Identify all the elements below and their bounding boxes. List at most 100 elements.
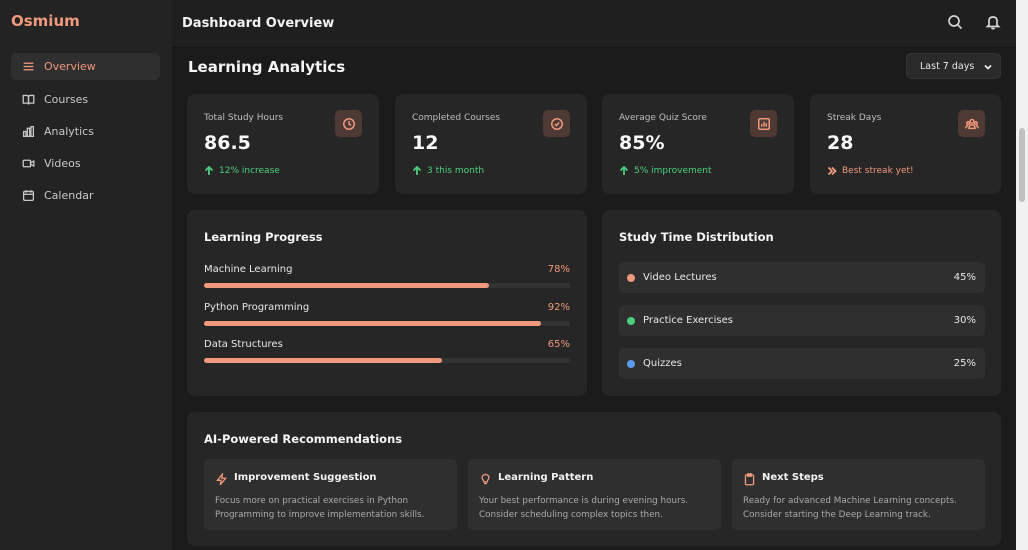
progress-fill bbox=[204, 358, 442, 363]
sidebar-item-overview[interactable]: Overview bbox=[11, 53, 160, 80]
stat-icon-badge bbox=[335, 110, 362, 137]
stat-value: 12 bbox=[412, 132, 439, 154]
scrollbar-thumb[interactable] bbox=[1019, 128, 1025, 202]
card-title: AI-Powered Recommendations bbox=[204, 432, 403, 446]
sidebar-item-videos[interactable]: Videos bbox=[11, 150, 160, 177]
users-icon bbox=[964, 118, 979, 129]
lightning-icon bbox=[215, 471, 228, 486]
stat-change: 5% improvement bbox=[619, 166, 712, 176]
distribution-label: Video Lectures bbox=[643, 272, 717, 283]
distribution-percent: 25% bbox=[953, 358, 976, 369]
stat-change-text: Best streak yet! bbox=[842, 166, 914, 176]
distribution-label: Practice Exercises bbox=[643, 315, 733, 326]
lightbulb-icon bbox=[479, 471, 492, 485]
recommendation-title: Learning Pattern bbox=[498, 472, 594, 483]
recommendation-text: Your best performance is during evening … bbox=[479, 496, 689, 520]
sidebar-item-analytics[interactable]: Analytics bbox=[11, 118, 160, 145]
clock-icon bbox=[342, 117, 355, 130]
date-range-select[interactable]: Last 7 days bbox=[906, 53, 1001, 79]
progress-track bbox=[204, 321, 570, 326]
progress-label: Machine Learning bbox=[204, 264, 293, 275]
legend-dot bbox=[627, 274, 635, 282]
progress-track bbox=[204, 358, 570, 363]
date-range-value: Last 7 days bbox=[920, 60, 975, 72]
card-title: Study Time Distribution bbox=[619, 230, 774, 244]
section-title: Learning Analytics bbox=[188, 58, 346, 76]
learning-progress-card: Learning Progress Machine Learning 78% P… bbox=[187, 210, 587, 396]
stat-card-streak-days: Streak Days 28 Best streak yet! bbox=[810, 94, 1001, 194]
card-title: Learning Progress bbox=[204, 230, 323, 244]
progress-track bbox=[204, 283, 570, 288]
menu-icon bbox=[23, 62, 34, 71]
progress-percent: 78% bbox=[547, 264, 570, 275]
progress-fill bbox=[204, 283, 490, 288]
bell-icon bbox=[985, 16, 1001, 30]
clipboard-icon bbox=[743, 471, 756, 486]
double-chevron-right-icon bbox=[827, 166, 837, 176]
stat-icon-badge bbox=[958, 110, 985, 137]
search-button[interactable] bbox=[947, 14, 965, 32]
recommendation-item[interactable]: Improvement Suggestion Focus more on pra… bbox=[204, 459, 457, 530]
stat-card-study-hours: Total Study Hours 86.5 12% increase bbox=[187, 94, 379, 194]
check-circle-icon bbox=[550, 117, 563, 130]
recommendation-title: Next Steps bbox=[762, 472, 824, 483]
study-distribution-card: Study Time Distribution Video Lectures 4… bbox=[602, 210, 1001, 396]
progress-label: Data Structures bbox=[204, 339, 283, 350]
sidebar-item-calendar[interactable]: Calendar bbox=[11, 182, 160, 209]
app-logo[interactable]: Osmium bbox=[11, 12, 80, 30]
stat-value: 28 bbox=[827, 132, 854, 154]
distribution-item: Video Lectures 45% bbox=[619, 262, 985, 293]
bar-chart-icon bbox=[757, 117, 770, 130]
progress-percent: 65% bbox=[547, 339, 570, 350]
recommendation-item[interactable]: Learning Pattern Your best performance i… bbox=[468, 459, 721, 530]
recommendation-text: Focus more on practical exercises in Pyt… bbox=[215, 496, 425, 520]
progress-fill bbox=[204, 321, 541, 326]
stat-change-text: 3 this month bbox=[427, 166, 485, 176]
video-icon bbox=[22, 159, 35, 168]
sidebar-item-label: Calendar bbox=[44, 189, 94, 202]
stat-change-text: 12% increase bbox=[219, 166, 280, 176]
stat-change: 12% increase bbox=[204, 166, 280, 176]
distribution-item: Quizzes 25% bbox=[619, 348, 985, 379]
notifications-button[interactable] bbox=[985, 14, 1003, 32]
recommendations-card: AI-Powered Recommendations Improvement S… bbox=[187, 412, 1001, 546]
arrow-up-icon bbox=[412, 166, 422, 175]
recommendation-title: Improvement Suggestion bbox=[234, 472, 377, 483]
stat-label: Average Quiz Score bbox=[619, 113, 707, 123]
chevron-down-icon bbox=[984, 64, 992, 70]
search-icon bbox=[948, 15, 963, 30]
calendar-icon bbox=[22, 190, 35, 202]
book-icon bbox=[22, 94, 35, 105]
stat-label: Total Study Hours bbox=[204, 113, 284, 123]
sidebar-item-courses[interactable]: Courses bbox=[11, 86, 160, 113]
stat-label: Completed Courses bbox=[412, 113, 501, 123]
progress-label: Python Programming bbox=[204, 302, 310, 313]
sidebar: Osmium Overview Courses Analytics Videos… bbox=[0, 0, 172, 550]
stat-change: 3 this month bbox=[412, 166, 484, 176]
legend-dot bbox=[627, 360, 635, 368]
distribution-label: Quizzes bbox=[643, 358, 682, 369]
distribution-percent: 45% bbox=[953, 272, 976, 283]
arrow-up-icon bbox=[204, 166, 214, 175]
sidebar-item-label: Courses bbox=[44, 93, 89, 106]
sidebar-item-label: Videos bbox=[44, 157, 81, 170]
distribution-item: Practice Exercises 30% bbox=[619, 305, 985, 336]
sidebar-item-label: Analytics bbox=[44, 125, 94, 138]
app-root: Osmium Overview Courses Analytics Videos… bbox=[0, 0, 1028, 550]
stat-value: 86.5 bbox=[204, 132, 251, 154]
page-scrollbar[interactable] bbox=[1016, 0, 1028, 550]
stat-icon-badge bbox=[750, 110, 777, 137]
page-title: Dashboard Overview bbox=[182, 16, 335, 31]
bar-chart-icon bbox=[22, 125, 35, 138]
legend-dot bbox=[627, 317, 635, 325]
recommendation-item[interactable]: Next Steps Ready for advanced Machine Le… bbox=[732, 459, 985, 530]
stat-icon-badge bbox=[543, 110, 570, 137]
stat-change-text: 5% improvement bbox=[634, 166, 712, 176]
stat-card-completed-courses: Completed Courses 12 3 this month bbox=[395, 94, 587, 194]
sidebar-item-label: Overview bbox=[44, 60, 96, 73]
stat-value: 85% bbox=[619, 132, 665, 154]
arrow-up-icon bbox=[619, 166, 629, 175]
top-header: Dashboard Overview bbox=[172, 0, 1016, 48]
stat-card-quiz-score: Average Quiz Score 85% 5% improvement bbox=[602, 94, 794, 194]
recommendation-text: Ready for advanced Machine Learning conc… bbox=[743, 496, 957, 520]
